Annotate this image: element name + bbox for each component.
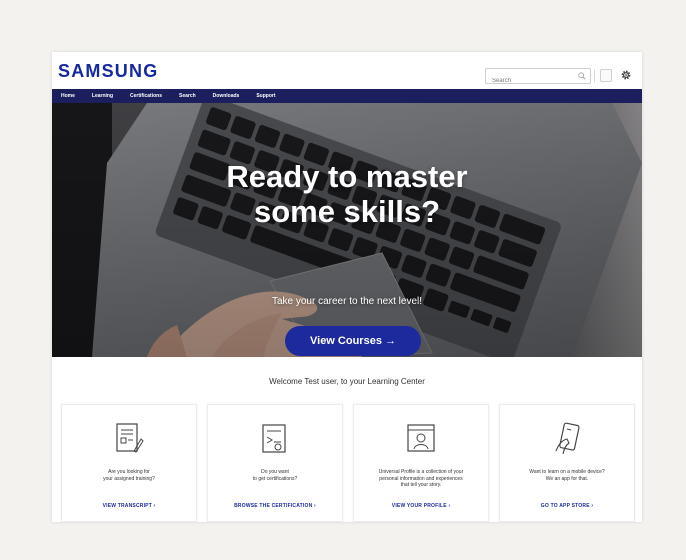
nav-item-downloads[interactable]: Downloads bbox=[213, 93, 240, 99]
transcript-icon bbox=[116, 423, 144, 453]
header: SAMSUNG bbox=[52, 52, 642, 89]
gear-icon[interactable] bbox=[620, 69, 632, 81]
quick-links: Are you looking for your assigned traini… bbox=[61, 404, 635, 522]
view-transcript-link[interactable]: VIEW TRANSCRIPT › bbox=[62, 503, 196, 509]
card-certification-text: Do you want to get certifications? bbox=[222, 469, 328, 482]
card-text-line: to get certifications? bbox=[252, 475, 298, 482]
card-text-line: We an app for that. bbox=[545, 475, 589, 482]
card-text-line: Want to learn on a mobile device? bbox=[529, 469, 605, 475]
card-transcript-text: Are you looking for your assigned traini… bbox=[76, 469, 182, 482]
search-icon[interactable] bbox=[578, 72, 586, 80]
nav-item-home[interactable]: Home bbox=[61, 93, 75, 99]
search-input[interactable] bbox=[486, 74, 590, 88]
main-nav: Home Learning Certifications Search Down… bbox=[52, 89, 642, 103]
learning-center-page: SAMSUNG Home Learning Certifications Sea… bbox=[52, 52, 642, 522]
account-icon[interactable] bbox=[600, 69, 612, 82]
profile-icon bbox=[407, 424, 435, 452]
hero-title-line2: some skills? bbox=[253, 194, 441, 229]
hero-banner: Ready to master some skills? Take your c… bbox=[52, 103, 642, 357]
card-mobile-app-text: Want to learn on a mobile device? We an … bbox=[514, 469, 620, 482]
hero-subtitle: Take your career to the next level! bbox=[271, 296, 423, 307]
card-certification: Do you want to get certifications? BROWS… bbox=[207, 404, 343, 522]
card-mobile-app: Want to learn on a mobile device? We an … bbox=[499, 404, 635, 522]
hero-title-line1: Ready to master bbox=[226, 159, 468, 194]
samsung-logo[interactable]: SAMSUNG bbox=[58, 61, 158, 82]
card-transcript: Are you looking for your assigned traini… bbox=[61, 404, 197, 522]
hero-title: Ready to master some skills? bbox=[52, 159, 642, 229]
card-profile-text: Universal Profile is a collection of you… bbox=[368, 469, 474, 489]
header-divider bbox=[594, 70, 595, 82]
nav-item-learning[interactable]: Learning bbox=[92, 93, 113, 99]
card-text-line: your assigned training? bbox=[103, 475, 155, 482]
nav-item-support[interactable]: Support bbox=[256, 93, 275, 99]
app-store-link[interactable]: GO TO APP STORE › bbox=[500, 503, 634, 509]
browse-certification-link[interactable]: BROWSE THE CERTIFICATION › bbox=[208, 503, 342, 509]
card-text-line: Universal Profile is a collection of you… bbox=[378, 469, 464, 475]
welcome-message: Welcome Test user, to your Learning Cent… bbox=[269, 377, 425, 386]
view-profile-link[interactable]: VIEW YOUR PROFILE › bbox=[354, 503, 488, 509]
nav-item-search[interactable]: Search bbox=[179, 93, 196, 99]
view-courses-button[interactable]: View Courses → bbox=[285, 326, 421, 356]
hero-laptop-image bbox=[52, 103, 642, 357]
card-profile: Universal Profile is a collection of you… bbox=[353, 404, 489, 522]
mobile-app-icon bbox=[555, 422, 580, 455]
nav-item-certifications[interactable]: Certifications bbox=[130, 93, 162, 99]
certificate-icon bbox=[262, 424, 286, 453]
search-box[interactable] bbox=[485, 68, 591, 88]
card-text-line: that tell your story. bbox=[400, 482, 442, 488]
